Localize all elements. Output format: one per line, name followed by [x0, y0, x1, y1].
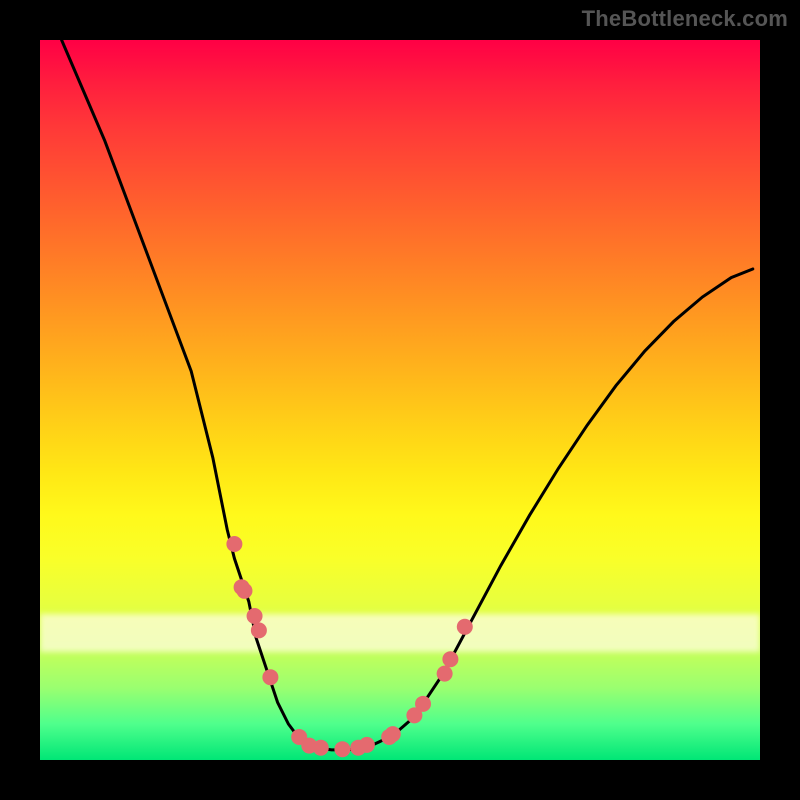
chart-frame: TheBottleneck.com	[0, 0, 800, 800]
data-point-marker	[334, 741, 350, 757]
data-point-marker	[262, 669, 278, 685]
curve-line	[62, 40, 753, 750]
data-point-marker	[385, 726, 401, 742]
data-point-marker	[457, 619, 473, 635]
watermark-text: TheBottleneck.com	[582, 6, 788, 32]
data-point-marker	[437, 666, 453, 682]
data-point-marker	[251, 622, 267, 638]
data-point-marker	[415, 696, 431, 712]
plot-area	[40, 40, 760, 760]
plot-svg	[40, 40, 760, 760]
data-point-marker	[226, 536, 242, 552]
data-point-marker	[236, 583, 252, 599]
markers-group	[226, 536, 472, 757]
data-point-marker	[247, 608, 263, 624]
data-point-marker	[442, 651, 458, 667]
data-point-marker	[359, 737, 375, 753]
data-point-marker	[313, 740, 329, 756]
